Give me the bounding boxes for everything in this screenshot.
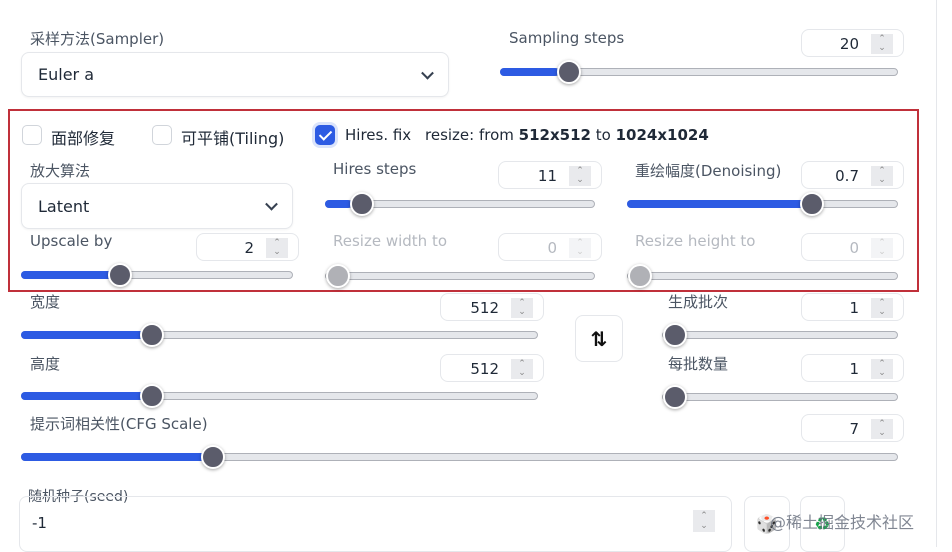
cfg-input[interactable]: 7 ⌃ ⌄	[801, 414, 904, 442]
sampling-steps-slider[interactable]	[500, 60, 898, 84]
upscale-by-slider[interactable]	[21, 263, 293, 287]
hires-steps-input[interactable]: 11 ⌃ ⌄	[498, 161, 602, 189]
resize-height-slider[interactable]	[627, 264, 898, 288]
hires-steps-slider[interactable]	[325, 192, 595, 216]
batch-size-input[interactable]: 1 ⌃ ⌄	[801, 354, 904, 382]
cfg-slider[interactable]	[21, 445, 898, 469]
slider-thumb[interactable]	[663, 385, 687, 409]
upscaler-value: Latent	[38, 196, 90, 216]
slider-thumb[interactable]	[556, 60, 581, 84]
batch-count-slider[interactable]	[662, 323, 898, 347]
denoising-label: 重绘幅度(Denoising)	[635, 162, 782, 180]
slider-fill	[627, 200, 816, 208]
spinner-icon[interactable]: ⌃ ⌄	[871, 238, 893, 258]
slider-thumb[interactable]	[663, 323, 687, 347]
chevron-down-icon	[265, 197, 278, 211]
slider-fill	[21, 392, 145, 400]
slider-thumb[interactable]	[200, 445, 225, 469]
resize-width-input[interactable]: 0 ⌃ ⌄	[498, 233, 602, 261]
value: 7	[849, 420, 859, 438]
value: 0	[849, 239, 859, 257]
hires-fix-label: Hires. fix	[345, 126, 412, 144]
swap-dimensions-button[interactable]: ⇅	[575, 315, 623, 362]
spinner-icon[interactable]: ⌃ ⌄	[693, 510, 715, 532]
value: 512	[470, 360, 499, 378]
slider-thumb[interactable]	[139, 323, 164, 347]
hires-fix-checkbox[interactable]	[315, 125, 335, 145]
denoising-slider[interactable]	[627, 192, 898, 216]
value: 0.7	[835, 167, 859, 185]
spinner-icon[interactable]: ⌃ ⌄	[569, 238, 591, 258]
sampler-label: 采样方法(Sampler)	[30, 30, 165, 48]
slider-fill	[21, 271, 116, 279]
slider-fill	[325, 200, 352, 208]
spinner-icon[interactable]: ⌃ ⌄	[266, 238, 288, 258]
upscale-by-input[interactable]: 2 ⌃ ⌄	[196, 233, 299, 261]
seed-input[interactable]: -1 ⌃ ⌄	[19, 496, 732, 552]
seed-value: -1	[32, 514, 47, 532]
value: 1	[849, 360, 859, 378]
width-input[interactable]: 512 ⌃ ⌄	[440, 293, 544, 321]
batch-size-slider[interactable]	[662, 385, 898, 409]
denoising-input[interactable]: 0.7 ⌃ ⌄	[801, 161, 904, 189]
upscale-by-label: Upscale by	[30, 232, 113, 250]
value: 2	[244, 239, 254, 257]
sampler-dropdown[interactable]: Euler a	[21, 52, 449, 97]
cfg-label: 提示词相关性(CFG Scale)	[30, 415, 208, 433]
batch-size-label: 每批数量	[668, 355, 729, 373]
watermark: @稀土掘金技术社区	[770, 513, 915, 532]
width-slider[interactable]	[21, 323, 538, 347]
batch-count-input[interactable]: 1 ⌃ ⌄	[801, 293, 904, 321]
slider-fill	[500, 68, 560, 76]
sampler-value: Euler a	[38, 65, 95, 84]
height-label: 高度	[30, 355, 61, 373]
resize-width-slider[interactable]	[325, 264, 595, 288]
slider-fill	[21, 453, 205, 461]
spinner-icon[interactable]: ⌃ ⌄	[871, 419, 893, 439]
spinner-icon[interactable]: ⌃ ⌄	[871, 298, 893, 318]
swap-arrows-icon: ⇅	[590, 326, 608, 351]
batch-count-label: 生成批次	[668, 293, 729, 311]
slider-thumb[interactable]	[108, 263, 133, 287]
resize-height-input[interactable]: 0 ⌃ ⌄	[801, 233, 904, 261]
spinner-icon[interactable]: ⌃ ⌄	[871, 166, 893, 186]
sampling-steps-input[interactable]: 20 ⌃ ⌄	[801, 29, 904, 57]
slider-thumb[interactable]	[628, 264, 652, 288]
slider-thumb[interactable]	[326, 264, 350, 288]
resize-width-label: Resize width to	[333, 232, 448, 250]
tiling-checkbox[interactable]	[152, 125, 172, 145]
value: 1	[849, 299, 859, 317]
resize-info: resize: from 512x512 to 1024x1024	[425, 126, 709, 144]
value: 11	[537, 167, 557, 185]
upscaler-dropdown[interactable]: Latent	[21, 183, 293, 229]
slider-fill	[21, 331, 145, 339]
panel-divider	[936, 0, 937, 547]
height-slider[interactable]	[21, 384, 538, 408]
slider-thumb[interactable]	[139, 384, 164, 408]
chevron-down-icon	[421, 66, 434, 80]
sampling-steps-label: Sampling steps	[509, 29, 625, 47]
resize-height-label: Resize height to	[635, 232, 756, 250]
value: 0	[547, 239, 557, 257]
face-restore-label: 面部修复	[51, 129, 116, 148]
spinner-icon[interactable]: ⌃ ⌄	[871, 359, 893, 379]
upscaler-label: 放大算法	[30, 162, 91, 180]
face-restore-checkbox[interactable]	[22, 125, 42, 145]
spinner-icon[interactable]: ⌃ ⌄	[871, 34, 893, 54]
spinner-icon[interactable]: ⌃ ⌄	[569, 166, 591, 186]
spinner-icon[interactable]: ⌃ ⌄	[511, 359, 533, 379]
tiling-label: 可平铺(Tiling)	[181, 129, 285, 148]
width-label: 宽度	[30, 293, 61, 311]
hires-steps-label: Hires steps	[333, 160, 417, 178]
slider-thumb[interactable]	[799, 192, 824, 216]
height-input[interactable]: 512 ⌃ ⌄	[440, 354, 544, 382]
value: 20	[839, 35, 859, 53]
spinner-icon[interactable]: ⌃ ⌄	[511, 298, 533, 318]
value: 512	[470, 299, 499, 317]
